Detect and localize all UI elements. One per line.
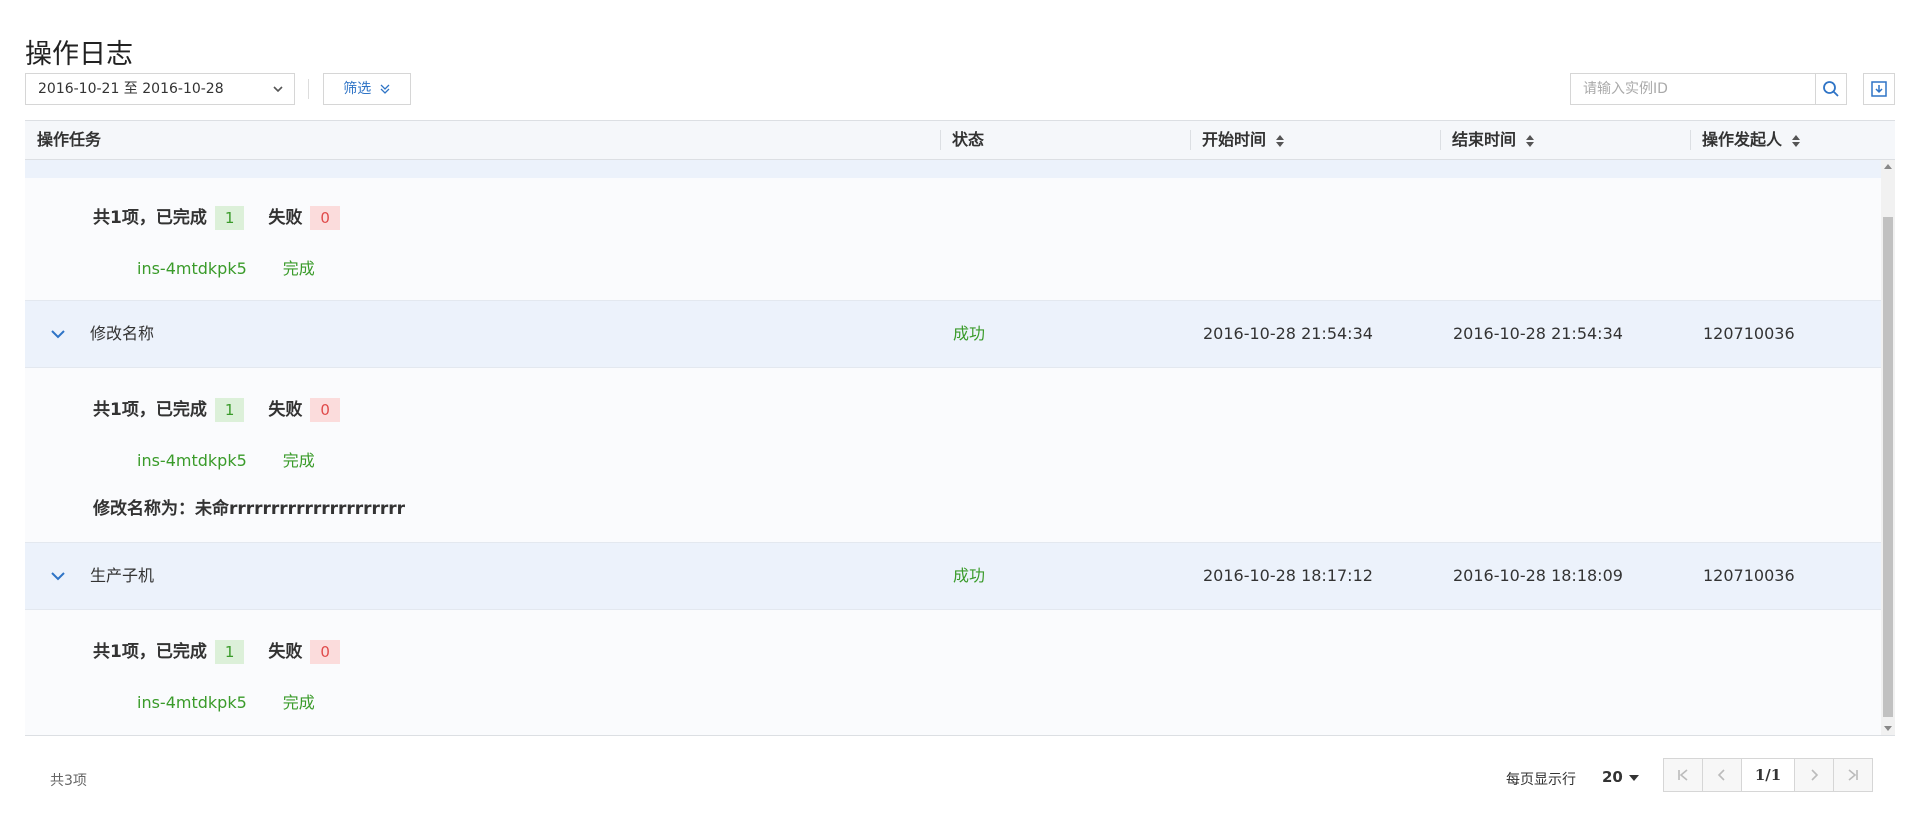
end-time: 2016-10-28 18:18:09 [1453,566,1623,585]
column-header-status: 状态 [940,121,984,159]
row-status: 成功 [953,324,986,343]
search-button[interactable] [1815,73,1847,105]
instance-status: 完成 [282,693,315,712]
date-range-select[interactable]: 2016-10-21 至 2016-10-28 [25,73,295,105]
detail-summary: 共1项，已完成 1 失败 0 [93,637,364,664]
instance-id: ins-4mtdkpk5 [137,451,247,470]
instance-status: 完成 [282,259,315,278]
prev-page-button[interactable] [1702,758,1742,792]
last-page-button[interactable] [1833,758,1873,792]
detail-summary: 共1项，已完成 1 失败 0 [93,203,364,230]
operator: 120710036 [1703,566,1795,585]
chevron-down-icon[interactable] [50,327,66,341]
chevron-down-icon[interactable] [50,569,66,583]
column-header-start-time[interactable]: 开始时间 [1190,121,1284,159]
search-icon [1823,81,1839,97]
scroll-down-arrow[interactable] [1884,726,1892,731]
double-chevron-down-icon [380,84,390,94]
filter-label: 筛选 [343,81,372,97]
page-indicator: 1/1 [1741,758,1795,792]
operator: 120710036 [1703,324,1795,343]
instance-item: ins-4mtdkpk5 完成 [137,689,315,713]
table-header: 操作任务 状态 开始时间 结束时间 操作发起人 [25,120,1895,160]
failed-count-badge: 0 [310,640,340,664]
row-strip [25,160,1881,178]
download-icon [1871,81,1887,97]
total-count: 共3项 [50,773,87,789]
pagination: 1/1 [1663,758,1873,792]
caret-down-icon [1628,774,1639,781]
table-body[interactable]: 共1项，已完成 1 失败 0 ins-4mtdkpk5 完成 修改名称 成功 2016-… [25,160,1895,736]
completed-count-badge: 1 [214,398,245,422]
completed-count-badge: 1 [214,206,245,230]
chevron-down-icon [273,86,283,93]
detail-summary: 共1项，已完成 1 失败 0 [93,395,364,422]
rename-note: 修改名称为：未命rrrrrrrrrrrrrrrrrrrrr [93,499,406,519]
next-page-button[interactable] [1794,758,1834,792]
toolbar: 2016-10-21 至 2016-10-28 筛选 [25,73,1895,107]
download-button[interactable] [1863,73,1895,105]
toolbar-divider [308,79,309,99]
sort-icon [1275,134,1284,147]
table-row[interactable]: 修改名称 成功 2016-10-28 21:54:34 2016-10-28 2… [25,300,1881,368]
first-page-button[interactable] [1663,758,1703,792]
prev-page-icon [1717,769,1725,781]
date-range-value: 2016-10-21 至 2016-10-28 [38,81,224,97]
column-header-operator[interactable]: 操作发起人 [1690,121,1800,159]
vertical-scrollbar[interactable] [1881,160,1895,735]
start-time: 2016-10-28 18:17:12 [1203,566,1373,585]
per-page-select[interactable]: 20 [1602,768,1639,786]
start-time: 2016-10-28 21:54:34 [1203,324,1373,343]
filter-button[interactable]: 筛选 [323,73,411,105]
end-time: 2016-10-28 21:54:34 [1453,324,1623,343]
failed-count-badge: 0 [310,398,340,422]
last-page-icon [1848,769,1858,781]
table-row[interactable]: 生产子机 成功 2016-10-28 18:17:12 2016-10-28 1… [25,542,1881,610]
column-header-end-time[interactable]: 结束时间 [1440,121,1534,159]
first-page-icon [1678,769,1688,781]
sort-icon [1525,134,1534,147]
task-name: 修改名称 [90,324,155,343]
failed-count-badge: 0 [310,206,340,230]
per-page-label: 每页显示行 [1506,772,1576,788]
scroll-up-arrow[interactable] [1884,164,1892,169]
page-title: 操作日志 [25,39,133,71]
instance-id: ins-4mtdkpk5 [137,693,247,712]
table-footer: 共3项 每页显示行 20 1/1 [25,735,1895,825]
row-status: 成功 [953,566,986,585]
scroll-thumb[interactable] [1883,217,1893,717]
next-page-icon [1811,769,1819,781]
sort-icon [1791,134,1800,147]
instance-item: ins-4mtdkpk5 完成 [137,255,315,279]
task-name: 生产子机 [90,566,155,585]
column-header-task: 操作任务 [37,130,102,149]
instance-id-search-input[interactable] [1570,73,1816,105]
instance-item: ins-4mtdkpk5 完成 [137,447,315,471]
instance-status: 完成 [282,451,315,470]
instance-id: ins-4mtdkpk5 [137,259,247,278]
completed-count-badge: 1 [214,640,245,664]
